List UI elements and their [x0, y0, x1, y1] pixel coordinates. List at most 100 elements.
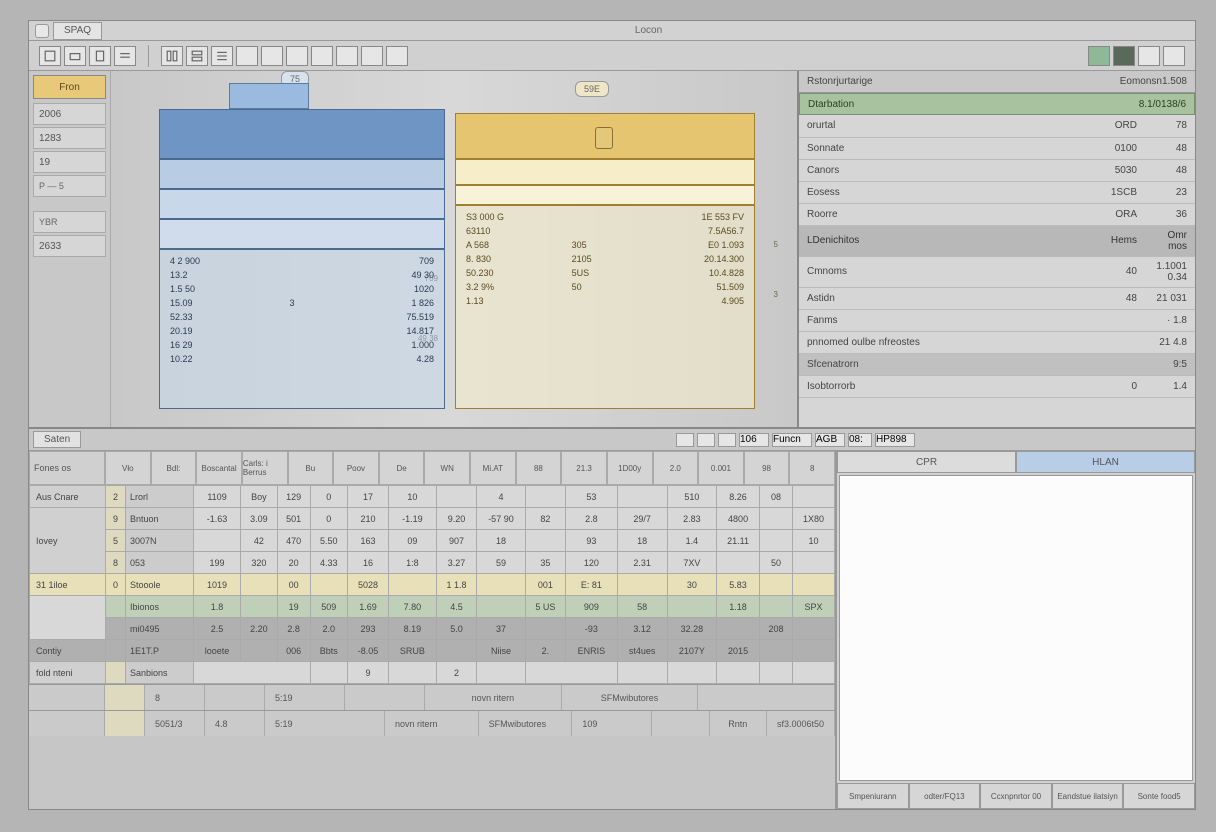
col-header[interactable]: 2.0 — [653, 451, 699, 485]
tb-list-icon[interactable] — [211, 46, 233, 66]
bottom-right-panel: CPR HLAN Smpeniurann odter/FQ13 Ccxnpnrt… — [835, 451, 1195, 809]
table-row[interactable]: Sonnate010048 — [799, 137, 1195, 159]
table-row[interactable]: pnnomed oulbe nfreostes21 4.8 — [799, 331, 1195, 353]
footer-cell[interactable]: Ccxnpnrtor 00 — [980, 783, 1052, 809]
grid-row[interactable]: Iovey 9Bntuon -1.633.095010210-1.199.20-… — [30, 508, 835, 530]
footer-cell[interactable]: odter/FQ13 — [909, 783, 981, 809]
footer-cells: Smpeniurann odter/FQ13 Ccxnpnrtor 00 Ean… — [837, 783, 1195, 809]
footer-cell[interactable]: Sonte food5 — [1123, 783, 1195, 809]
summary-table: orurtalORD78 Sonnate010048 Canors503048 … — [799, 115, 1195, 398]
grid-row-green[interactable]: Ibionos 1.8195091.697.804.55 US909581.18… — [30, 596, 835, 618]
col-header[interactable]: Mi.AT — [470, 451, 516, 485]
table-row[interactable]: orurtalORD78 — [799, 115, 1195, 137]
col-header[interactable]: Bdl: — [151, 451, 197, 485]
table-row[interactable]: Eosess1SCB23 — [799, 181, 1195, 203]
summary-title: Rstonrjurtarige — [807, 76, 873, 87]
tb-layout-icon[interactable] — [114, 46, 136, 66]
titlebar: SPAQ Locon — [29, 21, 1195, 41]
tb-grid1-icon[interactable] — [161, 46, 183, 66]
col-header[interactable]: 8 — [789, 451, 835, 485]
tb-align-icon[interactable] — [286, 46, 308, 66]
mini-tool-icon[interactable] — [676, 433, 694, 447]
grid-row[interactable]: Aus Cnare 2Lrorl 1109Boy129017104535108.… — [30, 486, 835, 508]
tb-cols-icon[interactable] — [236, 46, 258, 66]
grid-footer-2: 5051/3 4.8 5:19 novn ritern SFMwibutores… — [29, 710, 835, 736]
tb-open-icon[interactable] — [64, 46, 86, 66]
grid-row[interactable]: fold nteni Sanbions 92 — [30, 662, 835, 684]
cylinder-icon — [595, 127, 613, 149]
blue-panel[interactable]: 709 49 38 4 2 900709 13.249 30 1.5 50102… — [159, 109, 445, 409]
tab-cpr[interactable]: CPR — [837, 451, 1016, 473]
tb-text-icon[interactable] — [361, 46, 383, 66]
tb-config-icon[interactable] — [1138, 46, 1160, 66]
grid-row[interactable]: 53007N 424705.50163099071893181.421.1110 — [30, 530, 835, 552]
data-grid[interactable]: Aus Cnare 2Lrorl 1109Boy129017104535108.… — [29, 485, 835, 684]
leftcol-cell[interactable]: 19 — [33, 151, 106, 173]
table-row[interactable]: Sfcenatrorn9:5 — [799, 353, 1195, 375]
mini-tool-icon[interactable] — [718, 433, 736, 447]
col-header[interactable]: WN — [424, 451, 470, 485]
window-title: Locon — [102, 25, 1195, 36]
tab-hlan[interactable]: HLAN — [1016, 451, 1195, 473]
tb-box-icon[interactable] — [386, 46, 408, 66]
window-control-icon[interactable] — [35, 24, 49, 38]
col-header[interactable]: 98 — [744, 451, 790, 485]
leftcol-cell[interactable]: 2633 — [33, 235, 106, 257]
blue-data-box: 4 2 900709 13.249 30 1.5 501020 15.0931 … — [159, 249, 445, 409]
col-header[interactable]: Carls: i Berrus — [242, 451, 288, 485]
tb-table-icon[interactable] — [261, 46, 283, 66]
footer-cell[interactable]: Smpeniurann — [837, 783, 909, 809]
yellow-panel[interactable]: 59E 5 3 S3 000 G1E 553 FV 631107.5A56.7 … — [455, 83, 755, 409]
bottom-region: Saten 106 Funcn AGB 08: HP898 Fones os V… — [29, 429, 1195, 809]
summary-panel: Rstonrjurtarige Eomonsn1.508 Dtarbation … — [797, 71, 1195, 427]
mini-tool-icon[interactable] — [697, 433, 715, 447]
col-header[interactable]: Bu — [288, 451, 334, 485]
tb-save-icon[interactable] — [89, 46, 111, 66]
tb-more-icon[interactable] — [336, 46, 358, 66]
tb-stop-icon[interactable] — [1113, 46, 1135, 66]
col-header[interactable]: Poov — [333, 451, 379, 485]
grid-row[interactable]: 8053 199320204.33161:83.2759351202.317XV… — [30, 552, 835, 574]
tb-grid2-icon[interactable] — [186, 46, 208, 66]
detail-canvas — [839, 475, 1193, 781]
col-header[interactable]: 1D00y — [607, 451, 653, 485]
table-row[interactable]: Isobtorrorb01.4 — [799, 375, 1195, 397]
app-tab[interactable]: SPAQ — [53, 22, 102, 40]
col-header[interactable]: 88 — [516, 451, 562, 485]
summary-sub-left: Dtarbation — [808, 99, 854, 110]
grid-row-dark[interactable]: mi0495 2.52.202.82.02938.195.037-933.123… — [30, 618, 835, 640]
summary-sub-right: 8.1/0138/6 — [1139, 99, 1186, 110]
table-row[interactable]: Astidn4821 031 — [799, 287, 1195, 309]
table-row[interactable]: Fanms· 1.8 — [799, 309, 1195, 331]
col-header[interactable]: 21.3 — [561, 451, 607, 485]
side-label: 5 — [774, 240, 778, 249]
yellow-chip: 59E — [575, 81, 609, 97]
leftcol-cell[interactable]: 1283 — [33, 127, 106, 149]
col-header[interactable]: Vło — [105, 451, 151, 485]
leftcol-cell[interactable]: P — 5 — [33, 175, 106, 197]
col-header[interactable]: Boscantal — [196, 451, 242, 485]
footer-cell[interactable]: Eandstue ilatsiyn — [1052, 783, 1124, 809]
bottom-tab[interactable]: Saten — [33, 431, 81, 448]
col-header[interactable]: De — [379, 451, 425, 485]
leftcol-cell[interactable]: YBR — [33, 211, 106, 233]
leftcol-cell[interactable]: 2006 — [33, 103, 106, 125]
blue-panel-tab — [229, 83, 309, 109]
mini-label: Funcn — [772, 433, 812, 447]
grid-corner: Fones os — [29, 451, 105, 485]
tb-run-icon[interactable] — [1088, 46, 1110, 66]
tb-help-icon[interactable] — [1163, 46, 1185, 66]
side-label: 3 — [774, 290, 778, 299]
table-row[interactable]: RoorreORA36 — [799, 203, 1195, 225]
canvas-area: 75 709 49 38 4 2 900709 13.249 30 1.5 50… — [111, 71, 797, 427]
mini-label: 106 — [739, 433, 769, 447]
leftcol-header: Fron — [33, 75, 106, 99]
table-row[interactable]: Canors503048 — [799, 159, 1195, 181]
mini-label: AGB — [815, 433, 845, 447]
grid-row-dark[interactable]: Contiy 1E1T.P looete006Bbts-8.05SRUBNiis… — [30, 640, 835, 662]
tb-panel-icon[interactable] — [311, 46, 333, 66]
tb-new-icon[interactable] — [39, 46, 61, 66]
grid-row-highlight[interactable]: 31 1iloe 0Stooole 10190050281 1.8001E: 8… — [30, 574, 835, 596]
table-row[interactable]: Cmnoms401.1001 0.34 — [799, 256, 1195, 287]
col-header[interactable]: 0.001 — [698, 451, 744, 485]
